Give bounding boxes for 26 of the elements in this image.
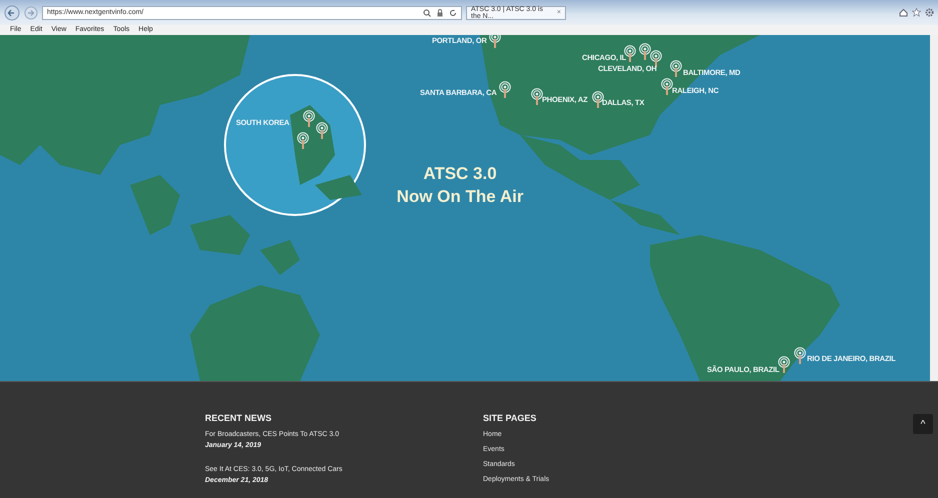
star-icon[interactable]: [912, 8, 921, 17]
back-icon[interactable]: [4, 4, 20, 20]
antenna-marker-icon[interactable]: [661, 78, 673, 96]
section-heading: SITE PAGES: [483, 413, 538, 423]
antenna-marker-icon[interactable]: [794, 347, 806, 365]
search-icon: [423, 8, 431, 16]
antenna-marker-icon[interactable]: [778, 356, 790, 374]
lock-icon: [437, 8, 443, 16]
antenna-marker-icon[interactable]: [316, 122, 328, 140]
antenna-marker-icon[interactable]: [592, 91, 604, 109]
forward-icon[interactable]: [24, 6, 38, 20]
back-to-top-button[interactable]: ^: [913, 414, 933, 434]
antenna-marker-icon[interactable]: [303, 110, 315, 128]
antenna-marker-icon[interactable]: [624, 45, 636, 63]
antenna-marker-icon[interactable]: [639, 43, 651, 61]
subheadline: Now On The Air: [396, 186, 524, 208]
section-heading: RECENT NEWS: [205, 413, 273, 423]
home-icon[interactable]: [899, 8, 908, 17]
antenna-marker-icon[interactable]: [489, 35, 501, 49]
antenna-marker-icon[interactable]: [499, 81, 511, 99]
antenna-marker-icon[interactable]: [670, 60, 682, 78]
settings-icon[interactable]: [925, 8, 934, 17]
antenna-marker-icon[interactable]: [297, 132, 309, 150]
headline: ATSC 3.0: [422, 163, 498, 185]
antenna-marker-icon[interactable]: [531, 88, 543, 106]
refresh-icon: [449, 8, 457, 16]
